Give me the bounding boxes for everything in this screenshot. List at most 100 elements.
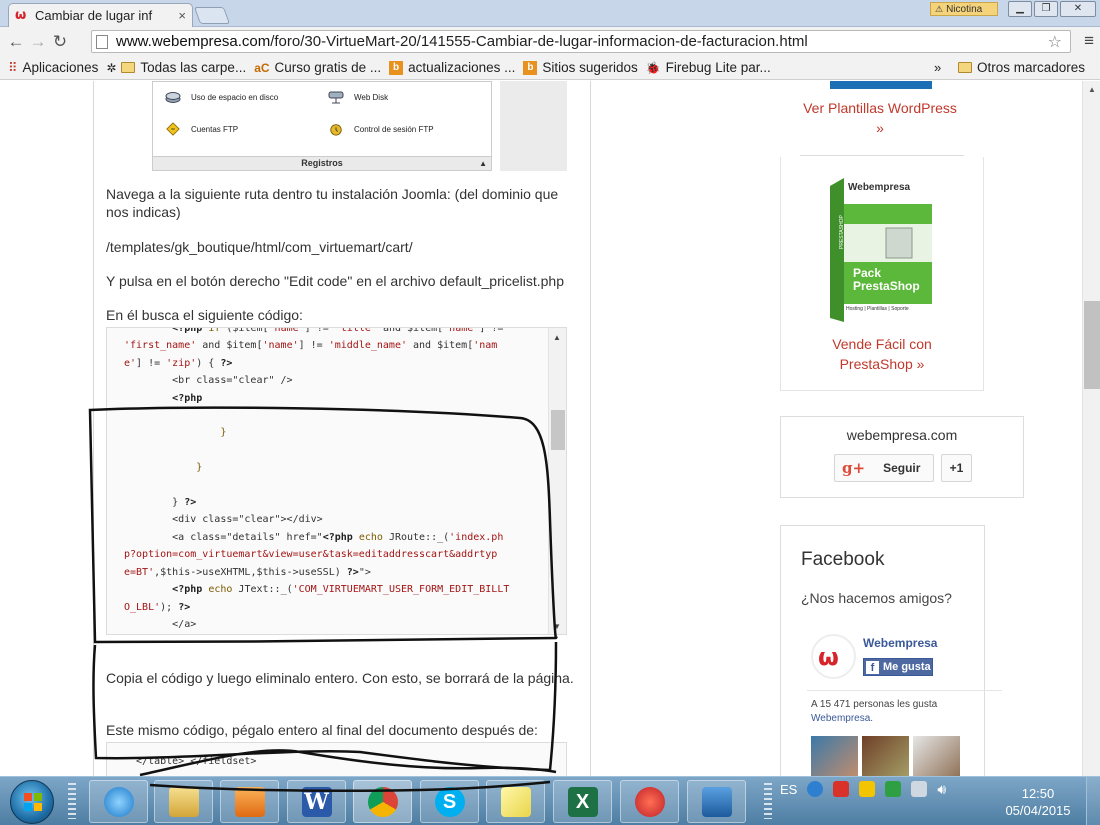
bookmark-star-icon[interactable]: ☆ xyxy=(1048,32,1062,52)
taskbar-excel[interactable]: X xyxy=(553,780,612,823)
bookmark-apps[interactable]: ⠿ Aplicaciones xyxy=(8,60,98,76)
bookmark-todas-carpetas[interactable]: ✲ Todas las carpe... xyxy=(106,60,246,75)
network-icon[interactable] xyxy=(911,781,928,797)
back-arrow-icon[interactable]: ← xyxy=(5,32,27,52)
facebook-title: Facebook xyxy=(801,549,885,570)
page-icon xyxy=(96,34,108,49)
instruction-paragraph: Copia el código y luego eliminalo entero… xyxy=(106,670,574,686)
instruction-paragraph: Y pulsa en el botón derecho "Edit code" … xyxy=(106,273,564,289)
tab-title: Cambiar de lugar inf xyxy=(35,8,153,23)
instruction-paragraph: Navega a la siguiente ruta dentro tu ins… xyxy=(106,186,559,220)
cpanel-item-ftp-session: Control de sesión FTP xyxy=(328,122,434,136)
forward-arrow-icon[interactable]: → xyxy=(27,32,49,52)
ftp-session-icon xyxy=(330,124,342,136)
taskbar-internet-explorer[interactable] xyxy=(89,780,148,823)
menu-icon[interactable]: ≡ xyxy=(1084,31,1094,51)
facebook-page-name[interactable]: Webempresa xyxy=(863,636,937,650)
tray-app-icon[interactable] xyxy=(885,781,902,797)
facebook-page-link[interactable]: Webempresa. xyxy=(811,712,937,726)
taskbar-file-explorer[interactable] xyxy=(154,780,213,823)
fan-avatar[interactable] xyxy=(913,736,960,776)
internet-explorer-icon xyxy=(103,786,134,817)
scroll-up-icon[interactable]: ▲ xyxy=(553,333,561,342)
taskbar-grip xyxy=(764,783,772,819)
bookmark-sitios-sugeridos[interactable]: b Sitios sugeridos xyxy=(523,60,638,75)
media-player-icon xyxy=(234,786,265,817)
folder-icon xyxy=(168,786,199,817)
windows-logo-icon xyxy=(24,793,42,811)
page-scrollbar[interactable]: ▲ xyxy=(1082,81,1100,776)
show-desktop-button[interactable] xyxy=(1086,777,1100,825)
taskbar-sticky-notes[interactable] xyxy=(486,780,545,823)
tray-app-icon[interactable] xyxy=(833,781,850,797)
profile-name: Nicotina xyxy=(946,3,983,15)
settings-gear-icon: ✲ xyxy=(106,60,117,75)
word-icon: W xyxy=(301,786,332,817)
code-block-2[interactable]: </table> </fieldset> xyxy=(106,742,567,776)
screen: ω Cambiar de lugar inf × ⚠ Nicotina ▁ ❐ … xyxy=(0,0,1100,825)
collapse-arrow-icon: ▲ xyxy=(479,159,487,168)
address-bar[interactable]: www.webempresa.com/foro/30-VirtueMart-20… xyxy=(91,30,1071,53)
scroll-up-icon[interactable]: ▲ xyxy=(1088,85,1096,94)
taskbar-word[interactable]: W xyxy=(287,780,346,823)
facebook-subtitle: ¿Nos hacemos amigos? xyxy=(801,590,952,606)
windows-taskbar: W S X ES 🔊︎ 12:50 05/04/2015 xyxy=(0,776,1100,825)
code-scrollbar-thumb[interactable] xyxy=(551,410,565,450)
pack-brand: Webempresa xyxy=(848,182,911,193)
excel-icon: X xyxy=(567,786,598,817)
facebook-like-button[interactable]: f Me gusta xyxy=(863,658,933,676)
bookmarks-overflow-button[interactable]: » xyxy=(934,60,941,75)
warning-icon: ⚠ xyxy=(935,3,944,14)
page-scrollbar-thumb[interactable] xyxy=(1084,301,1100,389)
gplus-icon: g+ xyxy=(842,459,866,477)
browser-toolbar: ← → ↻ www.webempresa.com/foro/30-VirtueM… xyxy=(0,27,1100,56)
taskbar-chrome[interactable] xyxy=(353,780,412,823)
gplus-follow-button[interactable]: g+ Seguir xyxy=(834,454,934,482)
reload-icon[interactable]: ↻ xyxy=(49,32,71,52)
plus-one-button[interactable]: +1 xyxy=(941,454,972,482)
taskbar-media-player[interactable] xyxy=(220,780,279,823)
tray-app-icon[interactable] xyxy=(859,781,876,797)
bookmark-actualizaciones[interactable]: b actualizaciones ... xyxy=(389,60,515,75)
browser-tab[interactable]: ω Cambiar de lugar inf × xyxy=(8,3,193,27)
tray-app-icon[interactable] xyxy=(807,781,824,797)
fan-avatar[interactable] xyxy=(811,736,858,776)
new-tab-button[interactable] xyxy=(193,7,231,24)
minimize-button[interactable]: ▁ xyxy=(1008,1,1032,17)
restore-button[interactable]: ❐ xyxy=(1034,1,1058,17)
chrome-icon xyxy=(367,786,398,817)
profile-badge[interactable]: ⚠ Nicotina xyxy=(930,2,998,16)
bookmarks-bar: ⠿ Aplicaciones ✲ Todas las carpe... aC C… xyxy=(0,56,1100,80)
volume-icon[interactable]: 🔊︎ xyxy=(937,781,953,797)
system-tray: ES 🔊︎ xyxy=(780,781,953,797)
code-scrollbar[interactable]: ▲ ▼ xyxy=(548,328,566,634)
divider xyxy=(807,690,1002,691)
webempresa-avatar[interactable]: ω xyxy=(811,634,856,679)
tab-close-icon[interactable]: × xyxy=(178,8,186,23)
webempresa-favicon-icon: ω xyxy=(15,7,27,23)
cpanel-item-ftp-accounts: Cuentas FTP xyxy=(165,122,238,136)
language-indicator[interactable]: ES xyxy=(780,782,797,797)
start-button[interactable] xyxy=(10,780,54,824)
other-bookmarks[interactable]: Otros marcadores xyxy=(958,60,1085,75)
disk-icon xyxy=(165,92,181,103)
b-icon: b xyxy=(523,60,538,75)
code-block[interactable]: <?php if ($item['name'] != 'title' and $… xyxy=(106,327,567,635)
fan-avatar[interactable] xyxy=(862,736,909,776)
pack-sub: Hosting | Plantillas | Soporte xyxy=(846,306,909,312)
clock[interactable]: 12:50 05/04/2015 xyxy=(1000,785,1076,819)
scroll-down-icon[interactable]: ▼ xyxy=(553,622,561,631)
b-icon: b xyxy=(389,60,404,75)
taskbar-network-app[interactable] xyxy=(687,780,746,823)
web-disk-icon xyxy=(328,91,344,104)
wp-banner-edge xyxy=(830,81,932,89)
network-app-icon xyxy=(701,786,732,817)
wordpress-templates-link[interactable]: Ver Plantillas WordPress » xyxy=(790,98,970,138)
ccleaner-icon xyxy=(634,786,665,817)
taskbar-skype[interactable]: S xyxy=(420,780,479,823)
close-window-button[interactable]: ✕ xyxy=(1060,1,1096,17)
taskbar-ccleaner[interactable] xyxy=(620,780,679,823)
prestashop-link[interactable]: Vende Fácil con PrestaShop » xyxy=(790,334,974,374)
bookmark-firebug[interactable]: 🐞 Firebug Lite par... xyxy=(646,60,771,75)
bookmark-curso-gratis[interactable]: aC Curso gratis de ... xyxy=(254,60,381,75)
